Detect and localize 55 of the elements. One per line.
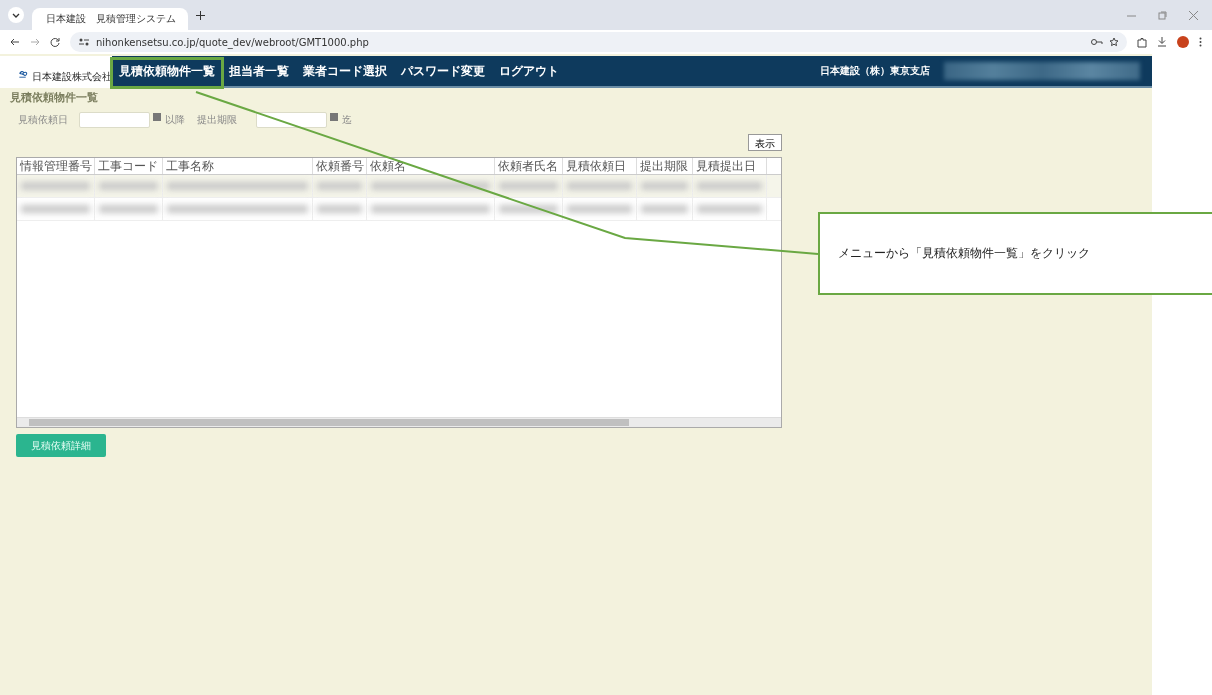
field-label: 見積依頼日 [18, 113, 69, 127]
horizontal-scrollbar[interactable] [17, 417, 781, 427]
column-header[interactable]: 依頼者氏名 [495, 158, 563, 174]
profile-avatar-icon[interactable] [1177, 36, 1189, 48]
redacted-text [641, 205, 688, 213]
site-info-icon[interactable] [78, 37, 90, 47]
nav-menu-item[interactable]: 業者コード選択 [296, 62, 394, 80]
company-name: 日本建設株式会社 [32, 70, 112, 84]
nav-menu-item[interactable]: 見積依頼物件一覧 [112, 62, 222, 80]
nav-menu-item[interactable]: パスワード変更 [394, 62, 492, 80]
range-label: 以降 [165, 113, 185, 127]
redacted-text [317, 205, 362, 213]
chevron-down-icon [12, 11, 20, 19]
column-header[interactable]: 依頼番号 [313, 158, 367, 174]
user-branch: 日本建設（株）東京支店 [820, 64, 930, 78]
menu-icon[interactable] [1199, 37, 1202, 47]
puzzle-piece-icon[interactable] [1137, 36, 1147, 48]
new-tab-icon[interactable] [196, 10, 205, 20]
key-icon[interactable] [1091, 38, 1103, 46]
download-icon[interactable] [1157, 37, 1167, 47]
date-input-field[interactable] [79, 112, 150, 128]
nav-menu-item[interactable]: 担当者一覧 [222, 62, 296, 80]
address-bar[interactable]: nihonkensetsu.co.jp/quote_dev/webroot/GMT1000.php [70, 32, 1127, 52]
column-header[interactable]: 見積依頼日 [563, 158, 637, 174]
tab-list-button[interactable] [8, 7, 24, 23]
column-header[interactable]: 工事コード [95, 158, 163, 174]
column-header[interactable]: 依頼名 [367, 158, 495, 174]
redacted-text [697, 182, 762, 190]
browser-tab[interactable]: 日本建設 見積管理システム [32, 8, 188, 30]
callout: メニューから「見積依頼物件一覧」をクリック [818, 212, 1212, 295]
redacted-text [99, 205, 158, 213]
date-input-field[interactable] [256, 112, 327, 128]
redacted-text [99, 182, 158, 190]
redacted-text [499, 182, 558, 190]
redacted-text [567, 182, 632, 190]
redacted-text [21, 182, 90, 190]
field-label: 提出期限 [197, 113, 238, 127]
nav-menu-item[interactable]: ログアウト [492, 62, 566, 80]
page-title: 見積依頼物件一覧 [9, 90, 99, 104]
close-icon[interactable] [1189, 10, 1198, 20]
reload-icon[interactable] [50, 37, 60, 47]
back-arrow-icon[interactable] [10, 37, 20, 47]
redacted-text [567, 205, 632, 213]
star-icon[interactable] [1109, 37, 1119, 47]
redacted-text [641, 182, 688, 190]
show-button[interactable]: 表示 [748, 134, 782, 151]
redacted-text [21, 205, 90, 213]
range-label: 迄 [342, 113, 352, 127]
column-header[interactable]: 工事名称 [163, 158, 313, 174]
column-header[interactable]: 情報管理番号 [17, 158, 95, 174]
redacted-text [317, 182, 362, 190]
redacted-text [697, 205, 762, 213]
column-header[interactable]: 提出期限 [637, 158, 693, 174]
redacted-text [499, 205, 558, 213]
column-header[interactable]: 見積提出日 [693, 158, 767, 174]
